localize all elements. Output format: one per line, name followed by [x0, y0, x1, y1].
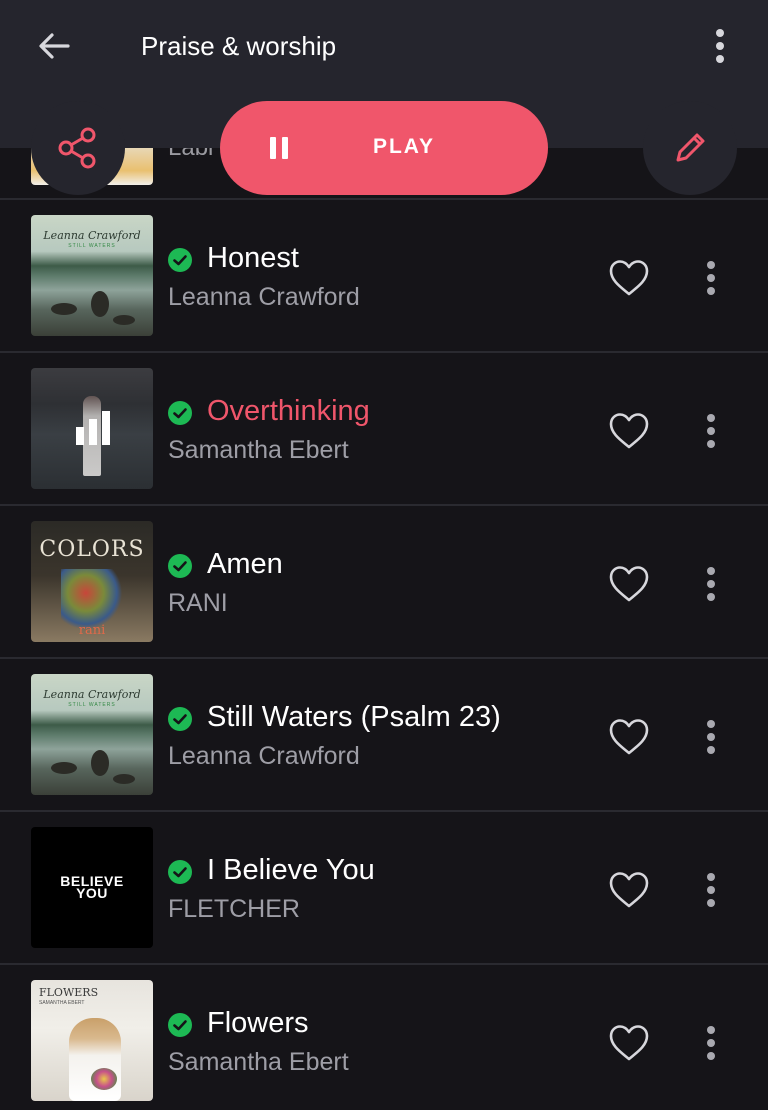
more-vert-icon	[707, 1026, 715, 1060]
album-art: BELIEVE YOU	[31, 827, 153, 948]
back-button[interactable]	[30, 24, 78, 68]
album-art-subtitle: STILL WATERS	[68, 702, 116, 708]
track-title: Flowers	[207, 1007, 309, 1039]
heart-outline-icon	[609, 872, 649, 908]
like-button[interactable]	[604, 255, 654, 301]
like-button[interactable]	[604, 408, 654, 454]
track-title: Honest	[207, 242, 299, 274]
art-rock	[51, 303, 77, 315]
art-rock	[91, 291, 109, 317]
heart-outline-icon	[609, 566, 649, 602]
like-button[interactable]	[604, 1020, 654, 1066]
more-vert-icon	[716, 29, 724, 63]
track-row[interactable]: FLOWERS SAMANTHA EBERT Flowers Samantha …	[0, 965, 768, 1110]
track-artist: Leanna Crawford	[168, 283, 360, 311]
edit-button[interactable]	[643, 101, 737, 195]
track-row[interactable]: Leanna Crawford STILL WATERS Still Water…	[0, 659, 768, 812]
share-icon	[58, 127, 96, 169]
more-vert-icon	[707, 873, 715, 907]
play-label: PLAY	[372, 135, 436, 158]
album-art-line-2: YOU	[76, 885, 108, 901]
track-title: Still Waters (Psalm 23)	[207, 701, 501, 733]
album-art-subtitle: SAMANTHA EBERT	[39, 1000, 85, 1006]
like-button[interactable]	[604, 561, 654, 607]
like-button[interactable]	[604, 867, 654, 913]
album-art-artist: rani	[78, 623, 106, 638]
track-more-button[interactable]	[692, 714, 730, 760]
check-circle-icon	[168, 248, 192, 272]
track-title: Overthinking	[207, 395, 370, 427]
art-figure	[61, 569, 123, 629]
check-circle-icon	[168, 860, 192, 884]
track-artist: RANI	[168, 589, 228, 617]
check-circle-icon	[168, 1013, 192, 1037]
album-art: Leanna Crawford STILL WATERS	[31, 674, 153, 795]
track-row[interactable]: COLORS rani Amen RANI	[0, 506, 768, 659]
check-circle-icon	[168, 401, 192, 425]
pencil-icon	[676, 133, 705, 162]
track-row[interactable]: Leanna Crawford STILL WATERS Honest Lean…	[0, 200, 768, 353]
like-button[interactable]	[604, 714, 654, 760]
album-art-title: FLOWERS	[39, 986, 99, 999]
track-title: I Believe You	[207, 854, 375, 886]
album-art: COLORS rani	[31, 521, 153, 642]
page-title: Praise & worship	[141, 31, 337, 61]
heart-outline-icon	[609, 260, 649, 296]
track-more-button[interactable]	[692, 255, 730, 301]
track-more-button[interactable]	[692, 1020, 730, 1066]
track-more-button[interactable]	[692, 867, 730, 913]
heart-outline-icon	[609, 719, 649, 755]
art-rock	[113, 315, 135, 325]
track-row[interactable]: BELIEVE YOU I Believe You FLETCHER	[0, 812, 768, 965]
album-art	[31, 368, 153, 489]
more-options-button[interactable]	[700, 24, 740, 68]
album-art-title: Leanna Crawford	[43, 229, 141, 242]
track-artist: Samantha Ebert	[168, 436, 349, 464]
album-art-title: Leanna Crawford	[43, 688, 141, 701]
track-title-partial: Labi	[168, 148, 213, 162]
album-art-title: BELIEVE YOU	[31, 874, 153, 901]
check-circle-icon	[168, 707, 192, 731]
more-vert-icon	[707, 261, 715, 295]
track-more-button[interactable]	[692, 561, 730, 607]
album-art: Leanna Crawford STILL WATERS	[31, 215, 153, 336]
art-rock	[113, 774, 135, 784]
check-circle-icon	[168, 554, 192, 578]
more-vert-icon	[707, 414, 715, 448]
heart-outline-icon	[609, 1025, 649, 1061]
art-figure	[69, 1018, 121, 1101]
heart-outline-icon	[609, 413, 649, 449]
track-title: Amen	[207, 548, 283, 580]
art-rock	[91, 750, 109, 776]
more-vert-icon	[707, 720, 715, 754]
arrow-left-icon	[39, 33, 70, 59]
album-art-subtitle: STILL WATERS	[68, 243, 116, 249]
album-art: FLOWERS SAMANTHA EBERT	[31, 980, 153, 1101]
art-rock	[51, 762, 77, 774]
track-artist: FLETCHER	[168, 895, 300, 923]
play-button[interactable]: PLAY	[220, 101, 548, 195]
track-more-button[interactable]	[692, 408, 730, 454]
share-button[interactable]	[31, 101, 125, 195]
track-artist: Samantha Ebert	[168, 1048, 349, 1076]
track-artist: Leanna Crawford	[168, 742, 360, 770]
art-bouquet	[91, 1068, 117, 1090]
equalizer-icon	[76, 411, 110, 445]
album-art-title: COLORS	[39, 537, 145, 562]
track-row[interactable]: Overthinking Samantha Ebert	[0, 353, 768, 506]
more-vert-icon	[707, 567, 715, 601]
